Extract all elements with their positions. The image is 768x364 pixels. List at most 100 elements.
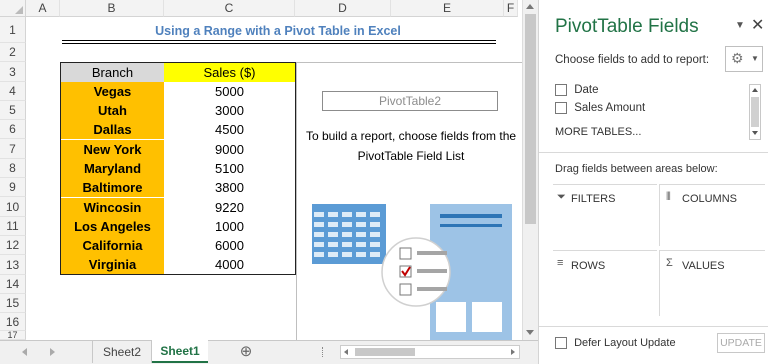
sheet-tab-bar: Sheet2 Sheet1 ⊕ (0, 340, 538, 364)
choose-fields-label: Choose fields to add to report: (555, 54, 710, 66)
column-header-e[interactable]: E (391, 0, 504, 17)
more-tables-link[interactable]: MORE TABLES... (555, 126, 641, 138)
tab-scroll-left-icon[interactable] (22, 348, 27, 356)
row-header[interactable]: 5 (0, 101, 26, 120)
gear-icon: ⚙ (731, 50, 744, 66)
rows-area[interactable]: ≡ ROWS (553, 250, 657, 316)
branch-cell[interactable]: Utah (61, 101, 164, 120)
close-panel-icon[interactable]: ✕ (751, 15, 764, 35)
row-header[interactable]: 1 (0, 17, 26, 43)
column-header-a[interactable]: A (26, 0, 60, 17)
sigma-icon: Σ (666, 257, 673, 269)
panel-options-dropdown-icon[interactable]: ▼ (735, 20, 745, 31)
field-label: Sales Amount (574, 102, 646, 115)
row-header[interactable]: 8 (0, 159, 26, 178)
field-list: Date Sales Amount MORE TABLES... (551, 80, 765, 146)
date-checkbox[interactable] (555, 84, 567, 96)
row-header[interactable]: 9 (0, 178, 26, 197)
row-header[interactable]: 10 (0, 197, 26, 217)
drag-fields-label: Drag fields between areas below: (555, 163, 718, 175)
sheet-title: Using a Range with a Pivot Table in Exce… (155, 24, 401, 38)
scroll-up-icon[interactable] (752, 88, 758, 92)
field-settings-button[interactable]: ⚙ ▼ (725, 46, 763, 72)
pivot-illustration-icon (312, 204, 512, 340)
sales-cell[interactable]: 5000 (164, 82, 295, 101)
branch-cell[interactable]: Dallas (61, 120, 164, 139)
row-header[interactable]: 6 (0, 120, 26, 139)
pivot-instructions: To build a report, choose fields from th… (305, 129, 517, 163)
filters-area[interactable]: ⏷ FILTERS (553, 184, 657, 246)
values-area[interactable]: Σ VALUES (659, 250, 765, 316)
row-header[interactable]: 15 (0, 294, 26, 313)
update-button[interactable]: UPDATE (717, 333, 765, 353)
branch-cell[interactable]: California (61, 236, 164, 255)
sales-cell[interactable]: 9000 (164, 140, 295, 159)
defer-layout-update[interactable]: Defer Layout Update (555, 337, 676, 350)
sales-cell[interactable]: 3800 (164, 178, 295, 197)
row-header[interactable]: 4 (0, 82, 26, 101)
defer-layout-checkbox[interactable] (555, 337, 567, 350)
columns-label: COLUMNS (682, 193, 738, 205)
sales-header[interactable]: Sales ($) (164, 63, 295, 82)
horizontal-scrollbar[interactable] (340, 345, 520, 359)
hscroll-thumb[interactable] (355, 348, 415, 356)
row-header[interactable]: 11 (0, 217, 26, 236)
scrollbar-thumb[interactable] (525, 14, 536, 224)
rows-label: ROWS (571, 260, 606, 272)
scroll-up-icon[interactable] (526, 4, 534, 9)
row-header[interactable]: 16 (0, 313, 26, 331)
branch-cell[interactable]: Los Angeles (61, 217, 164, 236)
sales-cell[interactable]: 9220 (164, 198, 295, 217)
column-header-b[interactable]: B (60, 0, 164, 17)
sales-cell[interactable]: 1000 (164, 217, 295, 236)
field-list-scrollbar[interactable] (749, 84, 761, 140)
title-double-underline (62, 43, 496, 44)
branch-cell[interactable]: Maryland (61, 159, 164, 178)
columns-icon: ⦀ (666, 191, 671, 203)
rows-icon: ≡ (557, 257, 564, 269)
tab-scroll-right-icon[interactable] (50, 348, 55, 356)
columns-area[interactable]: ⦀ COLUMNS (659, 184, 765, 246)
field-item-date[interactable]: Date (555, 84, 599, 96)
row-header[interactable]: 2 (0, 43, 26, 62)
sales-cell[interactable]: 4500 (164, 120, 295, 139)
scroll-down-icon[interactable] (526, 330, 534, 335)
panel-divider (539, 326, 768, 327)
column-header-c[interactable]: C (164, 0, 295, 17)
sales-amount-checkbox[interactable] (555, 102, 567, 114)
chevron-down-icon: ▼ (751, 54, 759, 63)
branch-cell[interactable]: Vegas (61, 82, 164, 101)
scroll-down-icon[interactable] (752, 131, 758, 135)
vertical-scrollbar[interactable] (522, 0, 538, 340)
tab-splitter-icon[interactable] (322, 347, 325, 357)
row-header[interactable]: 12 (0, 236, 26, 255)
scrollbar-thumb[interactable] (751, 97, 759, 127)
row-header[interactable]: 17 (0, 331, 26, 340)
values-label: VALUES (682, 260, 725, 272)
column-header-d[interactable]: D (295, 0, 391, 17)
branch-cell[interactable]: Wincosin (61, 198, 164, 217)
sales-cell[interactable]: 5100 (164, 159, 295, 178)
branch-cell[interactable]: New York (61, 140, 164, 159)
row-header[interactable]: 13 (0, 255, 26, 275)
column-header-f[interactable]: F (504, 0, 518, 17)
panel-divider (539, 152, 768, 153)
row-header[interactable]: 14 (0, 275, 26, 294)
tab-sheet2[interactable]: Sheet2 (92, 341, 152, 363)
tab-sheet1[interactable]: Sheet1 (152, 340, 208, 363)
branch-header[interactable]: Branch (61, 63, 164, 82)
branch-cell[interactable]: Baltimore (61, 178, 164, 197)
row-header[interactable]: 7 (0, 139, 26, 159)
pivot-fields-panel: PivotTable Fields ▼ ✕ Choose fields to a… (538, 0, 768, 364)
hscroll-left-icon[interactable] (344, 349, 348, 355)
row-header[interactable]: 3 (0, 62, 26, 82)
sales-cell[interactable]: 6000 (164, 236, 295, 255)
sales-cell[interactable]: 4000 (164, 255, 295, 274)
field-item-sales-amount[interactable]: Sales Amount (555, 102, 645, 114)
sales-cell[interactable]: 3000 (164, 101, 295, 120)
branch-cell[interactable]: Virginia (61, 255, 164, 274)
select-all-corner[interactable] (0, 0, 26, 17)
add-sheet-button[interactable]: ⊕ (236, 342, 256, 362)
hscroll-right-icon[interactable] (511, 349, 515, 355)
title-double-underline (62, 40, 496, 41)
